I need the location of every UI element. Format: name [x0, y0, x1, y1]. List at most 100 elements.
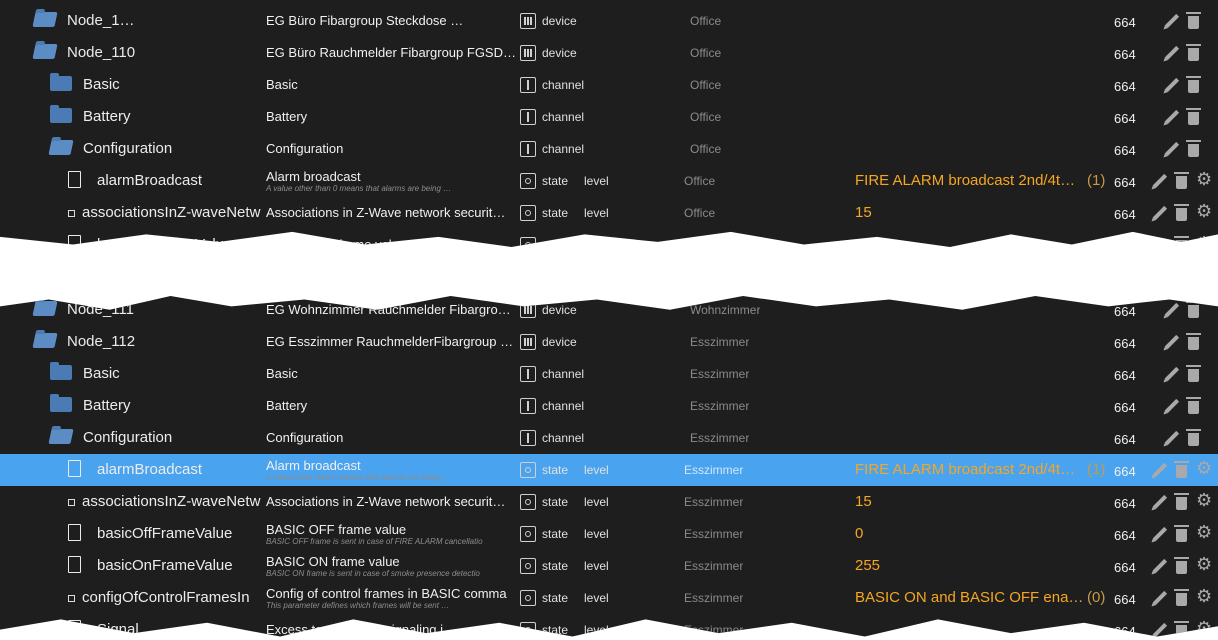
table-row[interactable]: basicOffFrameValue BASIC OFF frame value B…: [0, 518, 1218, 550]
trash-icon[interactable]: [1186, 12, 1201, 29]
object-id-label: configOfControlFramesIn: [82, 589, 250, 606]
trash-icon[interactable]: [1174, 172, 1189, 189]
acl-label: 664: [1114, 400, 1136, 415]
object-value[interactable]: 15: [855, 493, 1085, 510]
trash-icon[interactable]: [1174, 236, 1189, 247]
edit-icon[interactable]: [1164, 45, 1180, 61]
trash-icon[interactable]: [1186, 44, 1201, 61]
gear-icon[interactable]: ⚙: [1196, 554, 1212, 575]
trash-icon[interactable]: [1174, 204, 1189, 221]
table-row[interactable]: basicOnFrameValue BASIC ON frame value BAS…: [0, 550, 1218, 582]
edit-icon[interactable]: [1152, 526, 1168, 542]
edit-icon[interactable]: [1164, 366, 1180, 382]
folder-open-icon[interactable]: [32, 44, 58, 59]
object-room-label: Esszimmer: [684, 623, 744, 637]
trash-icon[interactable]: [1174, 621, 1189, 637]
edit-icon[interactable]: [1164, 141, 1180, 157]
folder-icon[interactable]: [50, 394, 72, 412]
object-value[interactable]: 255: [855, 557, 1085, 574]
gear-icon[interactable]: ⚙: [1196, 586, 1212, 607]
gear-icon[interactable]: ⚙: [1196, 169, 1212, 190]
edit-icon[interactable]: [1164, 334, 1180, 350]
acl-label: 664: [1114, 207, 1136, 222]
edit-icon[interactable]: [1152, 237, 1168, 247]
state-type-icon: [520, 205, 536, 221]
folder-open-icon[interactable]: [32, 333, 58, 348]
edit-icon[interactable]: [1164, 430, 1180, 446]
trash-icon[interactable]: [1174, 493, 1189, 510]
object-value[interactable]: 0: [855, 525, 1085, 542]
table-row[interactable]: Configuration Configuration channel Esszimm…: [0, 422, 1218, 454]
edit-icon[interactable]: [1164, 77, 1180, 93]
channel-type-icon: [520, 430, 536, 446]
trash-icon[interactable]: [1186, 76, 1201, 93]
gear-icon[interactable]: ⚙: [1196, 618, 1212, 637]
trash-icon[interactable]: [1186, 365, 1201, 382]
table-row[interactable]: Signal Excess temperature signaling i… sta…: [0, 614, 1218, 637]
edit-icon[interactable]: [1164, 13, 1180, 29]
trash-icon[interactable]: [1174, 589, 1189, 606]
edit-icon[interactable]: [1152, 494, 1168, 510]
object-value[interactable]: FIRE ALARM broadcast 2nd/4t…: [855, 172, 1085, 189]
folder-icon[interactable]: [50, 105, 72, 123]
table-row[interactable]: Node_112 EG Esszimmer RauchmelderFibargro…: [0, 326, 1218, 358]
object-value[interactable]: FIRE ALARM broadcast 2nd/4t…: [855, 461, 1085, 478]
state-type-icon: [520, 590, 536, 606]
object-value[interactable]: BASIC ON and BASIC OFF ena…: [855, 589, 1085, 606]
gear-icon[interactable]: ⚙: [1196, 490, 1212, 511]
folder-open-icon[interactable]: [48, 140, 74, 155]
trash-icon[interactable]: [1186, 140, 1201, 157]
edit-icon[interactable]: [1164, 398, 1180, 414]
table-row[interactable]: alarmBroadcast Alarm broadcast A value oth…: [0, 454, 1218, 486]
trash-icon[interactable]: [1186, 108, 1201, 125]
object-type-label: channel: [542, 431, 585, 445]
object-role-label: level: [584, 463, 609, 477]
trash-icon[interactable]: [1174, 525, 1189, 542]
folder-icon[interactable]: [50, 73, 72, 91]
edit-icon[interactable]: [1164, 109, 1180, 125]
gear-icon[interactable]: ⚙: [1196, 458, 1212, 479]
acl-label: 664: [1114, 239, 1136, 252]
table-row[interactable]: Node_110 EG Büro Rauchmelder Fibargroup F…: [0, 37, 1218, 69]
table-row[interactable]: Node_1… EG Büro Fibargroup Steckdose … dev…: [0, 5, 1218, 37]
folder-open-icon[interactable]: [48, 429, 74, 444]
table-row[interactable]: associationsInZ-waveNetw Associations in …: [0, 197, 1218, 229]
table-row[interactable]: associationsInZ-waveNetw Associations in …: [0, 486, 1218, 518]
table-row[interactable]: Basic Basic channel Esszimmer 664: [0, 358, 1218, 390]
trash-icon[interactable]: [1186, 397, 1201, 414]
gear-icon[interactable]: ⚙: [1196, 233, 1212, 247]
object-value[interactable]: 15: [855, 204, 1085, 221]
object-id-label: Basic: [83, 365, 120, 382]
gear-icon[interactable]: ⚙: [1196, 522, 1212, 543]
edit-icon[interactable]: [1152, 462, 1168, 478]
table-row[interactable]: configOfControlFramesIn Config of control…: [0, 582, 1218, 614]
edit-icon[interactable]: [1152, 173, 1168, 189]
object-room-label: Esszimmer: [684, 495, 744, 509]
folder-open-icon[interactable]: [32, 12, 58, 27]
table-row[interactable]: Configuration Configuration channel Office 6…: [0, 133, 1218, 165]
trash-icon[interactable]: [1186, 333, 1201, 350]
object-id-label: Node_112: [67, 333, 136, 350]
folder-open-icon[interactable]: [32, 301, 58, 316]
object-value[interactable]: 0: [855, 236, 1085, 247]
table-row[interactable]: Node_111 EG Wohnzimmer Rauchmelder Fibarg…: [0, 296, 1218, 326]
table-row[interactable]: Battery Battery channel Office 664: [0, 101, 1218, 133]
table-row[interactable]: Basic Basic channel Office 664: [0, 69, 1218, 101]
table-row[interactable]: alarmBroadcast Alarm broadcast A value oth…: [0, 165, 1218, 197]
acl-label: 664: [1114, 496, 1136, 511]
edit-icon[interactable]: [1152, 590, 1168, 606]
object-name-label: Config of control frames in BASIC comma: [266, 586, 507, 601]
table-row[interactable]: Battery Battery channel Esszimmer 664: [0, 390, 1218, 422]
gear-icon[interactable]: ⚙: [1196, 201, 1212, 222]
trash-icon[interactable]: [1174, 461, 1189, 478]
edit-icon[interactable]: [1152, 558, 1168, 574]
edit-icon[interactable]: [1152, 622, 1168, 637]
trash-icon[interactable]: [1186, 301, 1201, 318]
edit-icon[interactable]: [1152, 205, 1168, 221]
folder-icon[interactable]: [50, 362, 72, 380]
object-id-label: Battery: [83, 108, 131, 125]
table-row[interactable]: basicOffFrameValue BASIC OFF frame value s…: [0, 229, 1218, 252]
trash-icon[interactable]: [1186, 429, 1201, 446]
edit-icon[interactable]: [1164, 302, 1180, 318]
trash-icon[interactable]: [1174, 557, 1189, 574]
